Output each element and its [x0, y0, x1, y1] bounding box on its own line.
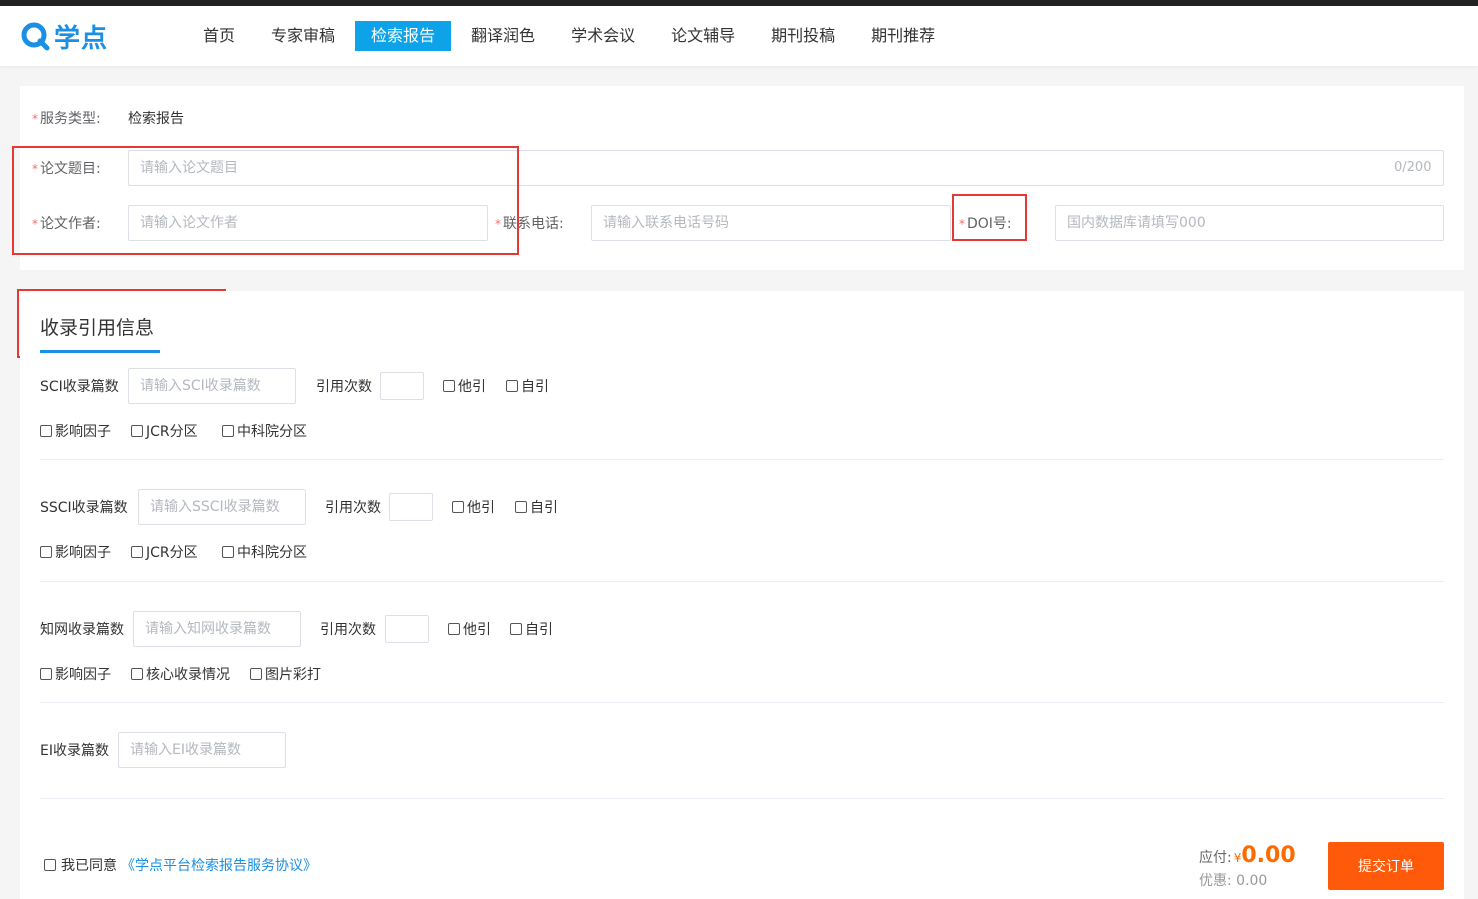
agree-text: 我已同意	[61, 858, 117, 874]
sci-impact-checkbox[interactable]: 影响因子	[40, 421, 111, 441]
cnki-count-label: 知网收录篇数	[40, 622, 124, 638]
ssci-other-cite-checkbox[interactable]: 他引	[452, 497, 495, 517]
ssci-count-input[interactable]	[138, 489, 306, 525]
checkbox-box[interactable]	[510, 623, 522, 635]
section-title: 收录引用信息	[40, 317, 155, 339]
checkbox-box[interactable]	[222, 546, 234, 558]
sci-count-label: SCI收录篇数	[40, 379, 119, 395]
checkbox-box[interactable]	[448, 623, 460, 635]
checkbox-box[interactable]	[40, 425, 52, 437]
cnki-impact-checkbox[interactable]: 影响因子	[40, 664, 111, 684]
agree-checkbox[interactable]	[44, 859, 56, 871]
sci-cite-label: 引用次数	[316, 379, 372, 395]
logo-text: 学点	[54, 23, 109, 54]
nav-home[interactable]: 首页	[187, 21, 251, 51]
nav-submission[interactable]: 期刊投稿	[755, 21, 851, 51]
currency-symbol: ¥	[1233, 851, 1242, 865]
nav-conference[interactable]: 学术会议	[555, 21, 651, 51]
checkbox-box[interactable]	[515, 501, 527, 513]
ssci-impact-checkbox[interactable]: 影响因子	[40, 542, 111, 562]
checkbox-box[interactable]	[506, 380, 518, 392]
submit-order-button[interactable]: 提交订单	[1328, 842, 1444, 890]
pay-label: 应付:	[1199, 850, 1232, 866]
checkbox-box[interactable]	[443, 380, 455, 392]
divider	[40, 581, 1444, 582]
sci-other-cite-checkbox[interactable]: 他引	[443, 376, 486, 396]
discount: 优惠: 0.00	[1199, 870, 1267, 890]
nav-journal-recommend[interactable]: 期刊推荐	[855, 21, 951, 51]
cnki-self-cite-checkbox[interactable]: 自引	[510, 619, 553, 639]
agreement: 我已同意 《学点平台检索报告服务协议》	[44, 855, 317, 875]
checkbox-box[interactable]	[131, 425, 143, 437]
ssci-count-label: SSCI收录篇数	[40, 500, 128, 516]
payable: 应付: ¥ 0.00	[1199, 843, 1296, 868]
checkbox-box[interactable]	[131, 668, 143, 680]
sci-cite-input[interactable]	[380, 372, 424, 400]
section-title-underline	[40, 350, 160, 353]
ssci-cite-input[interactable]	[389, 493, 433, 521]
agreement-link[interactable]: 《学点平台检索报告服务协议》	[121, 855, 317, 875]
service-type-label: * 服务类型:	[32, 111, 101, 127]
service-type-value: 检索报告	[128, 111, 184, 127]
pay-amount: 0.00	[1241, 843, 1296, 868]
annotation-box-doi	[952, 194, 1027, 241]
cnki-other-cite-checkbox[interactable]: 他引	[448, 619, 491, 639]
sci-cas-checkbox[interactable]: 中科院分区	[222, 421, 307, 441]
ssci-cite-label: 引用次数	[325, 500, 381, 516]
checkbox-box[interactable]	[131, 546, 143, 558]
main-nav: 首页 专家审稿 检索报告 翻译润色 学术会议 论文辅导 期刊投稿 期刊推荐	[187, 21, 955, 51]
logo[interactable]: 学点	[20, 18, 108, 54]
cnki-color-print-checkbox[interactable]: 图片彩打	[250, 664, 321, 684]
annotation-box-title-author	[12, 146, 519, 255]
title-char-count: 0/200	[1394, 160, 1432, 175]
sci-jcr-checkbox[interactable]: JCR分区	[131, 421, 198, 441]
cnki-core-checkbox[interactable]: 核心收录情况	[131, 664, 230, 684]
cnki-count-input[interactable]	[133, 611, 301, 647]
nav-search-report[interactable]: 检索报告	[355, 21, 452, 51]
divider	[40, 459, 1444, 460]
site-header: 学点 首页 专家审稿 检索报告 翻译润色 学术会议 论文辅导 期刊投稿 期刊推荐	[0, 6, 1478, 66]
nav-expert-review[interactable]: 专家审稿	[255, 21, 351, 51]
checkbox-box[interactable]	[222, 425, 234, 437]
checkbox-box[interactable]	[452, 501, 464, 513]
sci-count-input[interactable]	[128, 368, 296, 404]
nav-tutoring[interactable]: 论文辅导	[655, 21, 751, 51]
ssci-self-cite-checkbox[interactable]: 自引	[515, 497, 558, 517]
nav-translation[interactable]: 翻译润色	[455, 21, 551, 51]
ei-count-input[interactable]	[118, 732, 286, 768]
checkbox-box[interactable]	[40, 546, 52, 558]
checkbox-box[interactable]	[40, 668, 52, 680]
cnki-cite-label: 引用次数	[320, 622, 376, 638]
discount-amount: 0.00	[1236, 873, 1268, 889]
divider	[40, 798, 1444, 799]
sci-self-cite-checkbox[interactable]: 自引	[506, 376, 549, 396]
checkbox-box[interactable]	[250, 668, 262, 680]
ei-count-label: EI收录篇数	[40, 743, 109, 759]
discount-label: 优惠:	[1199, 873, 1232, 889]
doi-input[interactable]	[1055, 205, 1444, 241]
divider	[40, 702, 1444, 703]
logo-search-icon	[21, 22, 50, 51]
ssci-jcr-checkbox[interactable]: JCR分区	[131, 542, 198, 562]
ssci-cas-checkbox[interactable]: 中科院分区	[222, 542, 307, 562]
cnki-cite-input[interactable]	[385, 615, 429, 643]
phone-input[interactable]	[591, 205, 951, 241]
